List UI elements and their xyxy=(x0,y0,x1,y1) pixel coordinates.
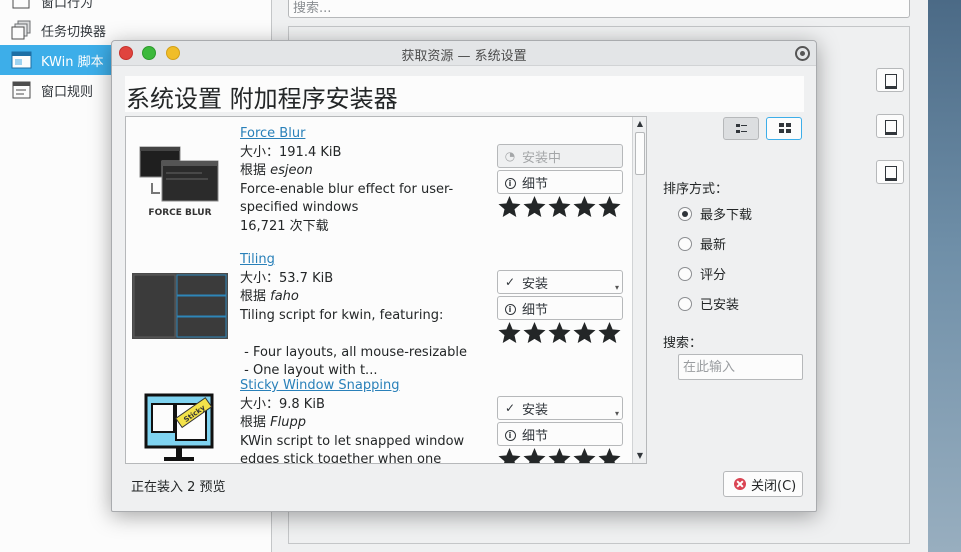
info-icon: i xyxy=(504,430,516,441)
window-title: 获取资源 — 系统设置 xyxy=(401,49,527,64)
star-icon[interactable] xyxy=(547,321,572,345)
list-item[interactable]: Tiling 大小：53.7 KiB 根据 faho Tiling script… xyxy=(126,243,632,378)
details-button[interactable]: i 细节 xyxy=(497,170,623,194)
item-description: Force-enable blur effect for user- xyxy=(240,181,454,197)
list-scrollbar[interactable]: ▲ ▼ xyxy=(632,117,646,463)
icon-view-icon xyxy=(779,123,791,133)
desktop-wallpaper xyxy=(928,0,961,552)
item-description xyxy=(240,325,490,344)
radio-button[interactable] xyxy=(678,266,692,281)
star-icon[interactable] xyxy=(497,195,522,219)
star-icon[interactable] xyxy=(597,195,622,219)
checkmark-icon: ✓ xyxy=(504,275,516,289)
window-rules-icon xyxy=(11,80,33,100)
star-icon[interactable] xyxy=(522,447,547,464)
item-title-link[interactable]: Tiling xyxy=(240,252,275,267)
close-button[interactable]: 关闭(C) xyxy=(723,471,803,497)
list-item[interactable]: Sticky Sticky Window Snapping 大小：9.8 KiB… xyxy=(126,369,632,464)
item-author: 根据 esjeon xyxy=(240,163,313,178)
addon-list[interactable]: FORCE BLUR Force Blur 大小：191.4 KiB 根据 es… xyxy=(125,116,647,464)
item-title-link[interactable]: Sticky Window Snapping xyxy=(240,378,399,393)
star-icon[interactable] xyxy=(572,321,597,345)
window-behavior-icon xyxy=(11,0,33,11)
star-icon[interactable] xyxy=(572,447,597,464)
sort-option-most-downloads[interactable]: 最多下载 xyxy=(678,204,752,223)
about-script-button[interactable] xyxy=(876,160,904,184)
about-script-button[interactable] xyxy=(876,114,904,138)
title-bar[interactable]: 获取资源 — 系统设置 xyxy=(112,41,816,66)
scroll-up-arrow-icon[interactable]: ▲ xyxy=(633,117,646,131)
item-author: 根据 Flupp xyxy=(240,415,306,430)
sort-option-installed[interactable]: 已安装 xyxy=(678,294,739,313)
preview-image xyxy=(132,273,228,345)
item-size: 大小：9.8 KiB xyxy=(240,396,325,412)
star-icon[interactable] xyxy=(597,447,622,464)
preview-image: Sticky xyxy=(132,391,228,463)
kwin-scripts-icon xyxy=(11,50,33,70)
info-icon: i xyxy=(504,178,516,189)
about-script-button[interactable] xyxy=(876,68,904,92)
close-icon xyxy=(734,478,746,490)
details-button[interactable]: i 细节 xyxy=(497,296,623,320)
star-icon[interactable] xyxy=(547,195,572,219)
rating-stars[interactable] xyxy=(497,447,622,464)
icon-view-button[interactable] xyxy=(766,117,802,140)
item-downloads: 16,721 次下载 xyxy=(240,218,329,234)
detail-view-button[interactable] xyxy=(723,117,759,140)
detail-view-icon xyxy=(736,124,747,133)
sidebar-item-window-behavior[interactable]: 窗口行为 xyxy=(0,0,272,16)
star-icon[interactable] xyxy=(547,447,572,464)
item-description: specified windows xyxy=(240,200,359,215)
sort-label: 排序方式： xyxy=(663,182,729,197)
search-label: 搜索： xyxy=(663,336,703,351)
page-title: 系统设置 附加程序安装器 xyxy=(125,76,804,113)
info-icon: i xyxy=(504,304,516,315)
item-size: 大小：191.4 KiB xyxy=(240,144,342,160)
item-description: - Four layouts, all mouse-resizable xyxy=(240,344,467,360)
window-menu-icon[interactable] xyxy=(795,46,810,61)
item-author: 根据 faho xyxy=(240,289,299,304)
item-info: Sticky Window Snapping 大小：9.8 KiB 根据 Flu… xyxy=(240,377,490,464)
star-icon[interactable] xyxy=(597,321,622,345)
item-info: Force Blur 大小：191.4 KiB 根据 esjeon Force-… xyxy=(240,125,490,236)
task-switcher-icon xyxy=(11,20,33,40)
status-text: 正在装入 2 预览 xyxy=(131,480,226,495)
radio-button[interactable] xyxy=(678,296,692,311)
star-icon[interactable] xyxy=(497,321,522,345)
star-icon[interactable] xyxy=(572,195,597,219)
sort-option-rating[interactable]: 评分 xyxy=(678,264,726,283)
get-new-stuff-dialog: 获取资源 — 系统设置 系统设置 附加程序安装器 FORCE BLUR Forc… xyxy=(111,40,817,512)
dropdown-arrow-icon: ▾ xyxy=(614,409,619,418)
background-search-input[interactable]: 搜索... xyxy=(288,0,910,18)
search-input[interactable] xyxy=(678,354,803,380)
item-info: Tiling 大小：53.7 KiB 根据 faho Tiling script… xyxy=(240,251,490,381)
item-size: 大小：53.7 KiB xyxy=(240,270,334,286)
scrollbar-thumb[interactable] xyxy=(635,132,645,175)
star-icon[interactable] xyxy=(522,321,547,345)
rating-stars[interactable] xyxy=(497,321,622,345)
rating-stars[interactable] xyxy=(497,195,622,219)
preview-caption: FORCE BLUR xyxy=(148,208,211,217)
radio-button[interactable] xyxy=(678,206,692,221)
item-title-link[interactable]: Force Blur xyxy=(240,126,305,141)
checkmark-icon: ✓ xyxy=(504,401,516,415)
preview-image: FORCE BLUR xyxy=(132,145,228,218)
item-description: edges stick together when one xyxy=(240,452,442,464)
sort-option-newest[interactable]: 最新 xyxy=(678,234,726,253)
item-description: KWin script to let snapped window xyxy=(240,433,465,449)
scroll-down-arrow-icon[interactable]: ▼ xyxy=(633,449,646,463)
star-icon[interactable] xyxy=(522,195,547,219)
install-button[interactable]: ✓ 安装 ▾ xyxy=(497,396,623,420)
dropdown-arrow-icon: ▾ xyxy=(614,283,619,292)
install-button[interactable]: ✓ 安装 ▾ xyxy=(497,270,623,294)
radio-button[interactable] xyxy=(678,236,692,251)
list-item[interactable]: FORCE BLUR Force Blur 大小：191.4 KiB 根据 es… xyxy=(126,117,632,243)
details-button[interactable]: i 细节 xyxy=(497,422,623,446)
installing-button[interactable]: ◔ 安装中 xyxy=(497,144,623,168)
installing-icon: ◔ xyxy=(504,149,516,163)
item-description: Tiling script for kwin, featuring: xyxy=(240,307,444,323)
star-icon[interactable] xyxy=(497,447,522,464)
